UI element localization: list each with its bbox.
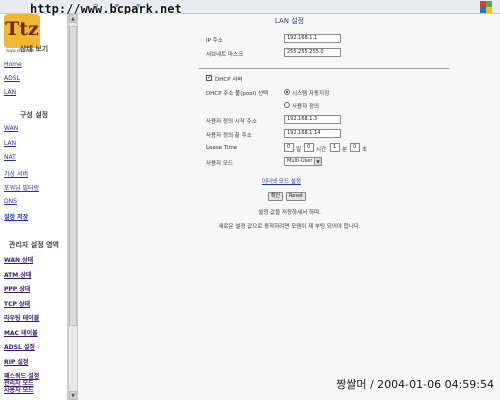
start-label: 사용자 정의 시작 주소 <box>206 119 257 125</box>
sidebar-item-routing-table[interactable]: 라우팅 테이블 <box>4 313 39 322</box>
sidebar-item-dns[interactable]: DNS <box>4 198 17 205</box>
reboot-note: 새로운 설정 값으로 동작하려면 모뎀이 재 부팅 되어야 합니다. <box>218 224 361 230</box>
end-field[interactable]: 192.168.1.14 <box>284 129 341 138</box>
lease-hour-field[interactable]: 0 <box>304 143 314 152</box>
sidebar-item-ppp-status[interactable]: PPP 상태 <box>4 284 30 293</box>
lease-min-field[interactable]: 1 <box>330 143 340 152</box>
sidebar-item-lan-status[interactable]: LAN <box>4 89 16 96</box>
divider <box>199 68 449 69</box>
ip-label: IP 주소 <box>206 38 223 44</box>
confirm-button[interactable]: 확인 <box>268 192 283 201</box>
pool-auto-radio[interactable] <box>284 89 290 95</box>
sidebar-item-rip-settings[interactable]: RIP 설정 <box>4 357 28 366</box>
sidebar-item-nat[interactable]: NAT <box>4 154 16 161</box>
lease-label: Lease Time <box>206 145 238 151</box>
user-mode-value: Multi-User <box>287 158 313 164</box>
lease-day-field[interactable]: 0 <box>284 143 294 152</box>
save-note: 설정 값을 저장하세서 하며. <box>258 210 321 216</box>
section-admin-title: 관리자 설정 영역 <box>9 241 59 249</box>
dhcp-checkbox[interactable]: ✓ <box>206 75 212 81</box>
chevron-down-icon: ▼ <box>314 158 321 165</box>
pool-user-radio[interactable] <box>284 102 290 108</box>
user-mode-label: 사용자 모드 <box>206 161 234 167</box>
scroll-down-icon[interactable]: ▼ <box>69 391 77 400</box>
sidebar-item-virtual-server[interactable]: 가상 서버 <box>4 169 28 178</box>
timestamp-watermark: 짱쌀머 / 2004-01-06 04:59:54 <box>336 378 494 391</box>
lease-sec-unit: 초 <box>362 147 368 153</box>
subnet-field[interactable]: 255.255.255.0 <box>284 48 341 57</box>
lease-hour-unit: 시간 <box>316 147 327 153</box>
brand-logo: Ttz <box>4 14 40 48</box>
sidebar-item-user-mode[interactable]: 사용자 모드 <box>4 385 34 394</box>
sidebar-item-wan-status[interactable]: WAN 상태 <box>4 255 33 264</box>
main-content: LAN 설정 IP 주소 192.168.1.1 서브네트 마스크 255.25… <box>79 14 500 400</box>
ip-field[interactable]: 192.168.1.1 <box>284 34 341 43</box>
reset-button[interactable]: Reset <box>286 192 306 201</box>
sidebar-item-forward-filter[interactable]: 포워딩 필터링 <box>4 183 39 192</box>
sidebar-item-adsl[interactable]: ADSL <box>4 75 20 82</box>
sidebar-item-wan[interactable]: WAN <box>4 125 18 132</box>
lease-day-unit: 일 <box>296 147 302 153</box>
sidebar-item-mac-table[interactable]: MAC 테이블 <box>4 328 38 337</box>
lease-sec-field[interactable]: 0 <box>350 143 360 152</box>
windows-logo-icon <box>480 1 492 13</box>
section-status-title: 상태 보기 <box>19 45 49 53</box>
sidebar-scrollbar[interactable]: ▲ ▼ <box>68 14 78 400</box>
pool-auto-label: 시스템 자동지정 <box>292 91 330 97</box>
dhcp-label: DHCP 서버 <box>215 77 243 83</box>
user-mode-select[interactable]: Multi-User ▼ <box>284 157 322 166</box>
end-label: 사용자 정의 끝 주소 <box>206 133 252 139</box>
lease-min-unit: 분 <box>342 147 348 153</box>
pool-user-label: 사용자 정의 <box>292 104 320 110</box>
sidebar-nav: Ttz www.ettz.com 상태 보기 Home ADSL LAN 구성 … <box>0 14 68 400</box>
scroll-thumb[interactable] <box>69 26 77 326</box>
sidebar-item-home[interactable]: Home <box>4 61 22 68</box>
start-field[interactable]: 192.168.1.3 <box>284 115 341 124</box>
sidebar-item-atm-status[interactable]: ATM 상태 <box>4 270 31 279</box>
section-config-title: 구성 설정 <box>19 111 49 119</box>
sidebar-item-adsl-settings[interactable]: ADSL 설정 <box>4 342 35 351</box>
sidebar-item-lan[interactable]: LAN <box>4 140 16 147</box>
pool-label: DHCP 주소 풀(pool) 선택 <box>206 91 269 97</box>
sidebar-item-tcp-status[interactable]: TCP 상태 <box>4 299 30 308</box>
page-title: LAN 설정 <box>274 17 305 25</box>
sidebar-item-save[interactable]: 설정 저장 <box>4 212 28 221</box>
ethernet-mode-link[interactable]: 이더넷 모드 설정 <box>262 177 301 185</box>
subnet-label: 서브네트 마스크 <box>206 52 244 58</box>
